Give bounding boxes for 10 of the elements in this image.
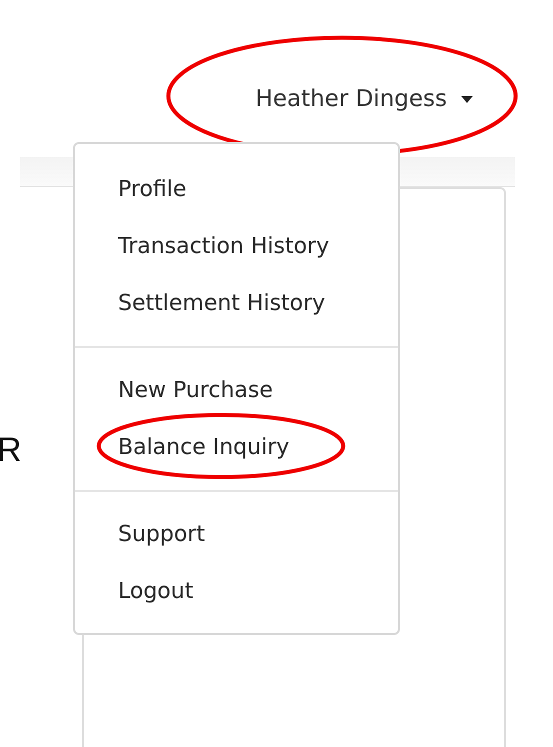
menu-item[interactable]: Support: [75, 506, 398, 563]
menu-item[interactable]: Transaction History: [75, 218, 398, 275]
user-menu-toggle[interactable]: Heather Dingess: [256, 86, 473, 112]
menu-item[interactable]: Settlement History: [75, 275, 398, 332]
menu-item[interactable]: Profile: [75, 161, 398, 218]
page-text: R: [0, 431, 22, 470]
menu-item[interactable]: Balance Inquiry: [75, 419, 398, 476]
menu-item[interactable]: Logout: [75, 563, 398, 620]
menu-item[interactable]: New Purchase: [75, 362, 398, 419]
caret-icon: [461, 96, 473, 102]
